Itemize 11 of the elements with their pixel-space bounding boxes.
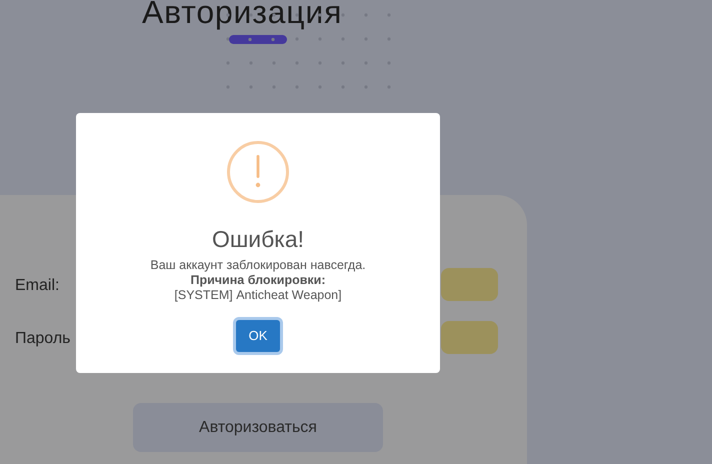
progress-pill xyxy=(229,35,287,44)
dialog-message: Ваш аккаунт заблокирован навсегда. Причина блокировки: [SYSTEM] Anticheat Weapon] xyxy=(150,258,366,303)
input-field[interactable] xyxy=(441,268,498,301)
page-title: Авторизация xyxy=(142,0,342,28)
warning-icon xyxy=(227,141,289,203)
field-label: Email: xyxy=(15,276,60,296)
dialog-title: Ошибка! xyxy=(212,225,304,254)
field-label: Пароль xyxy=(15,329,71,349)
input-field[interactable] xyxy=(441,321,498,354)
submit-button[interactable]: Авторизоваться xyxy=(133,403,383,452)
ok-button[interactable]: OK xyxy=(236,320,280,352)
